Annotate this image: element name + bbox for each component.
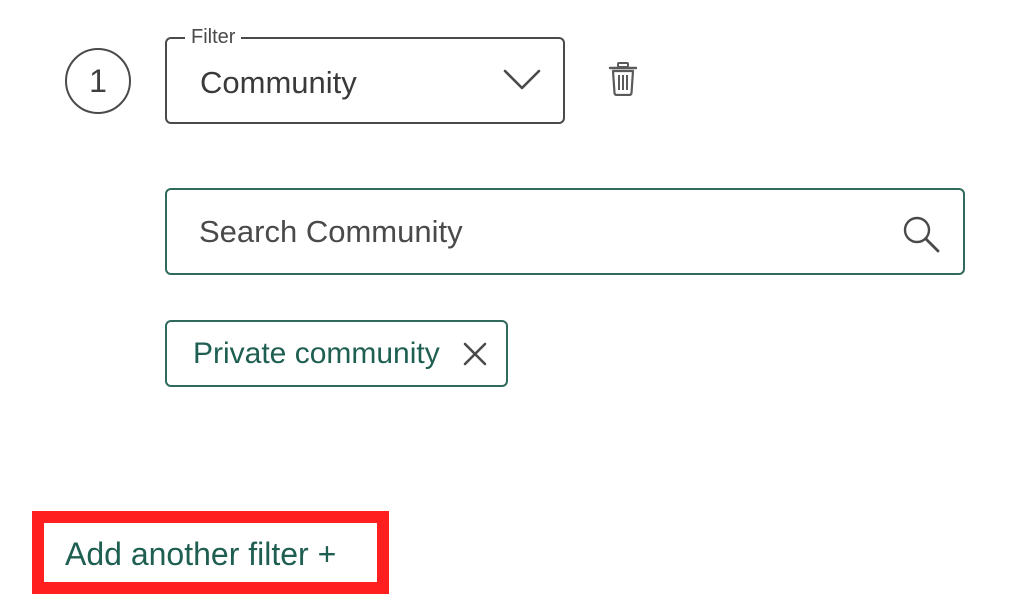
search-input[interactable]: [199, 212, 879, 252]
filter-panel: 1 Filter Community Private community Add…: [0, 0, 1020, 616]
add-another-filter-button[interactable]: Add another filter +: [65, 534, 336, 574]
filter-legend: Filter: [185, 25, 242, 49]
filter-selected-value: Community: [200, 65, 357, 100]
filter-dropdown[interactable]: Filter Community: [165, 25, 565, 124]
search-field: [165, 188, 965, 275]
step-number-badge: 1: [65, 48, 131, 114]
chevron-down-icon: [503, 69, 541, 90]
close-icon[interactable]: [462, 341, 488, 367]
search-icon[interactable]: [901, 214, 941, 254]
chip-label: Private community: [193, 336, 440, 370]
selected-filter-chip: Private community: [165, 320, 508, 387]
trash-icon[interactable]: [608, 62, 638, 96]
step-number: 1: [89, 62, 107, 99]
